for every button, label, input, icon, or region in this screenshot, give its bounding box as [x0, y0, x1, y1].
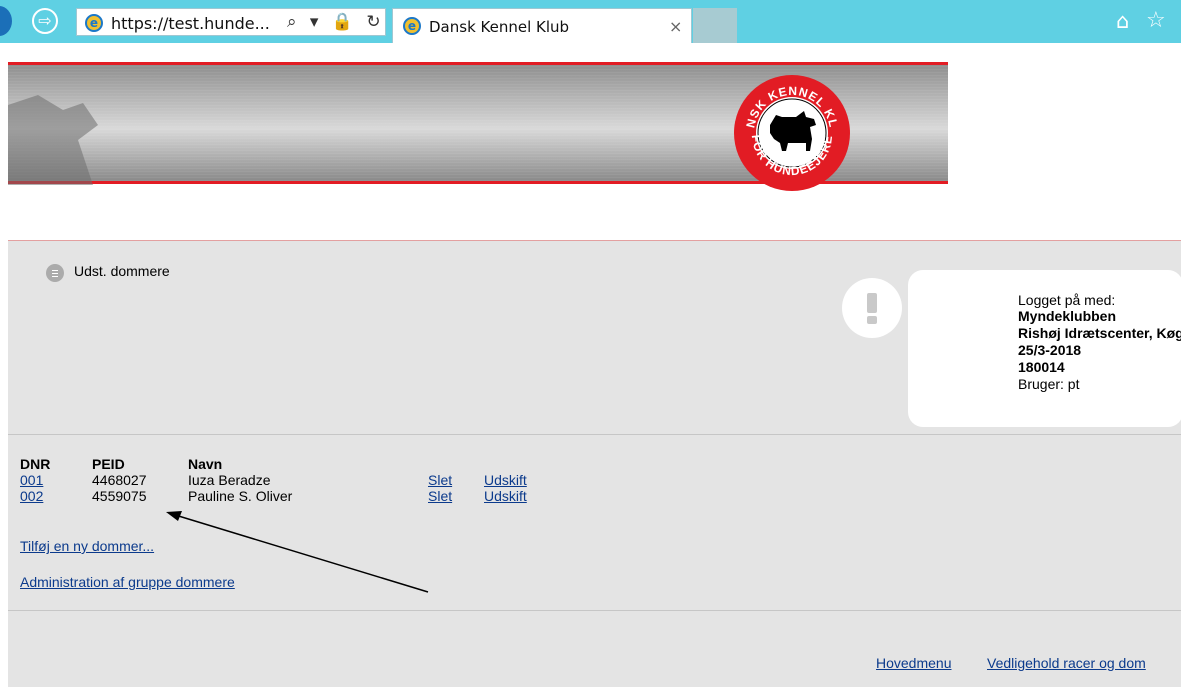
club-name: Myndeklubben [1018, 308, 1117, 324]
header-dnr: DNR [20, 456, 51, 472]
group-judges-admin-link[interactable]: Administration af gruppe dommere [20, 574, 235, 590]
navn-cell: Pauline S. Oliver [188, 488, 293, 504]
show-date: 25/3-2018 [1018, 342, 1082, 358]
dnr-link[interactable]: 002 [20, 488, 43, 504]
login-label: Logget på med: [1018, 292, 1116, 308]
back-button[interactable] [0, 6, 12, 36]
browser-toolbar: ⇨ e https://test.hunde... ⌕ ▾ 🔒 ↻ e Dans… [0, 0, 1181, 43]
navn-cell: Iuza Beradze [188, 472, 271, 488]
new-tab-button[interactable] [693, 8, 737, 43]
show-id: 180014 [1018, 359, 1065, 375]
dnr-link[interactable]: 001 [20, 472, 43, 488]
url-text[interactable]: https://test.hunde... [111, 14, 270, 33]
dkk-logo: DANSK KENNEL KLUB FOR HUNDEEJERE [730, 73, 850, 191]
replace-link[interactable]: Udskift [484, 472, 527, 488]
tab-title[interactable]: Dansk Kennel Klub [429, 18, 569, 36]
maintain-breeds-link[interactable]: Vedligehold racer og dom [987, 655, 1146, 671]
page-nav-label[interactable]: Udst. dommere [74, 263, 170, 279]
delete-link[interactable]: Slet [428, 488, 452, 504]
delete-link[interactable]: Slet [428, 472, 452, 488]
home-icon[interactable]: ⌂ [1116, 9, 1129, 33]
star-icon[interactable]: ☆ [1146, 8, 1166, 33]
main-content: Udst. dommere Logget på med: Myndeklubbe… [8, 241, 1181, 687]
venue-name: Rishøj Idrætscenter, Køge [1018, 325, 1181, 341]
tab-dansk-kennel-klub[interactable]: e Dansk Kennel Klub × [392, 8, 692, 43]
ie-logo-icon: e [85, 14, 103, 32]
add-judge-link[interactable]: Tilføj en ny dommer... [20, 538, 154, 554]
address-tools[interactable]: ⌕ ▾ 🔒 ↻ [287, 12, 385, 32]
header-navn: Navn [188, 456, 223, 472]
dog-silhouette-icon [8, 95, 98, 185]
footer-divider [8, 610, 1181, 611]
peid-cell: 4559075 [92, 488, 147, 504]
replace-link[interactable]: Udskift [484, 488, 527, 504]
document-icon[interactable] [46, 264, 64, 282]
user-label: Bruger: pt [1018, 376, 1080, 392]
site-banner: DANSK KENNEL KLUB FOR HUNDEEJERE [8, 62, 948, 191]
tab-close-button[interactable]: × [669, 17, 682, 36]
address-bar[interactable]: e https://test.hunde... ⌕ ▾ 🔒 ↻ [76, 8, 386, 36]
header-peid: PEID [92, 456, 125, 472]
peid-cell: 4468027 [92, 472, 147, 488]
tab-favicon-icon: e [403, 17, 421, 35]
forward-button[interactable]: ⇨ [32, 8, 58, 34]
exclamation-icon [842, 278, 902, 338]
section-divider [8, 434, 1181, 435]
main-menu-link[interactable]: Hovedmenu [876, 655, 952, 671]
